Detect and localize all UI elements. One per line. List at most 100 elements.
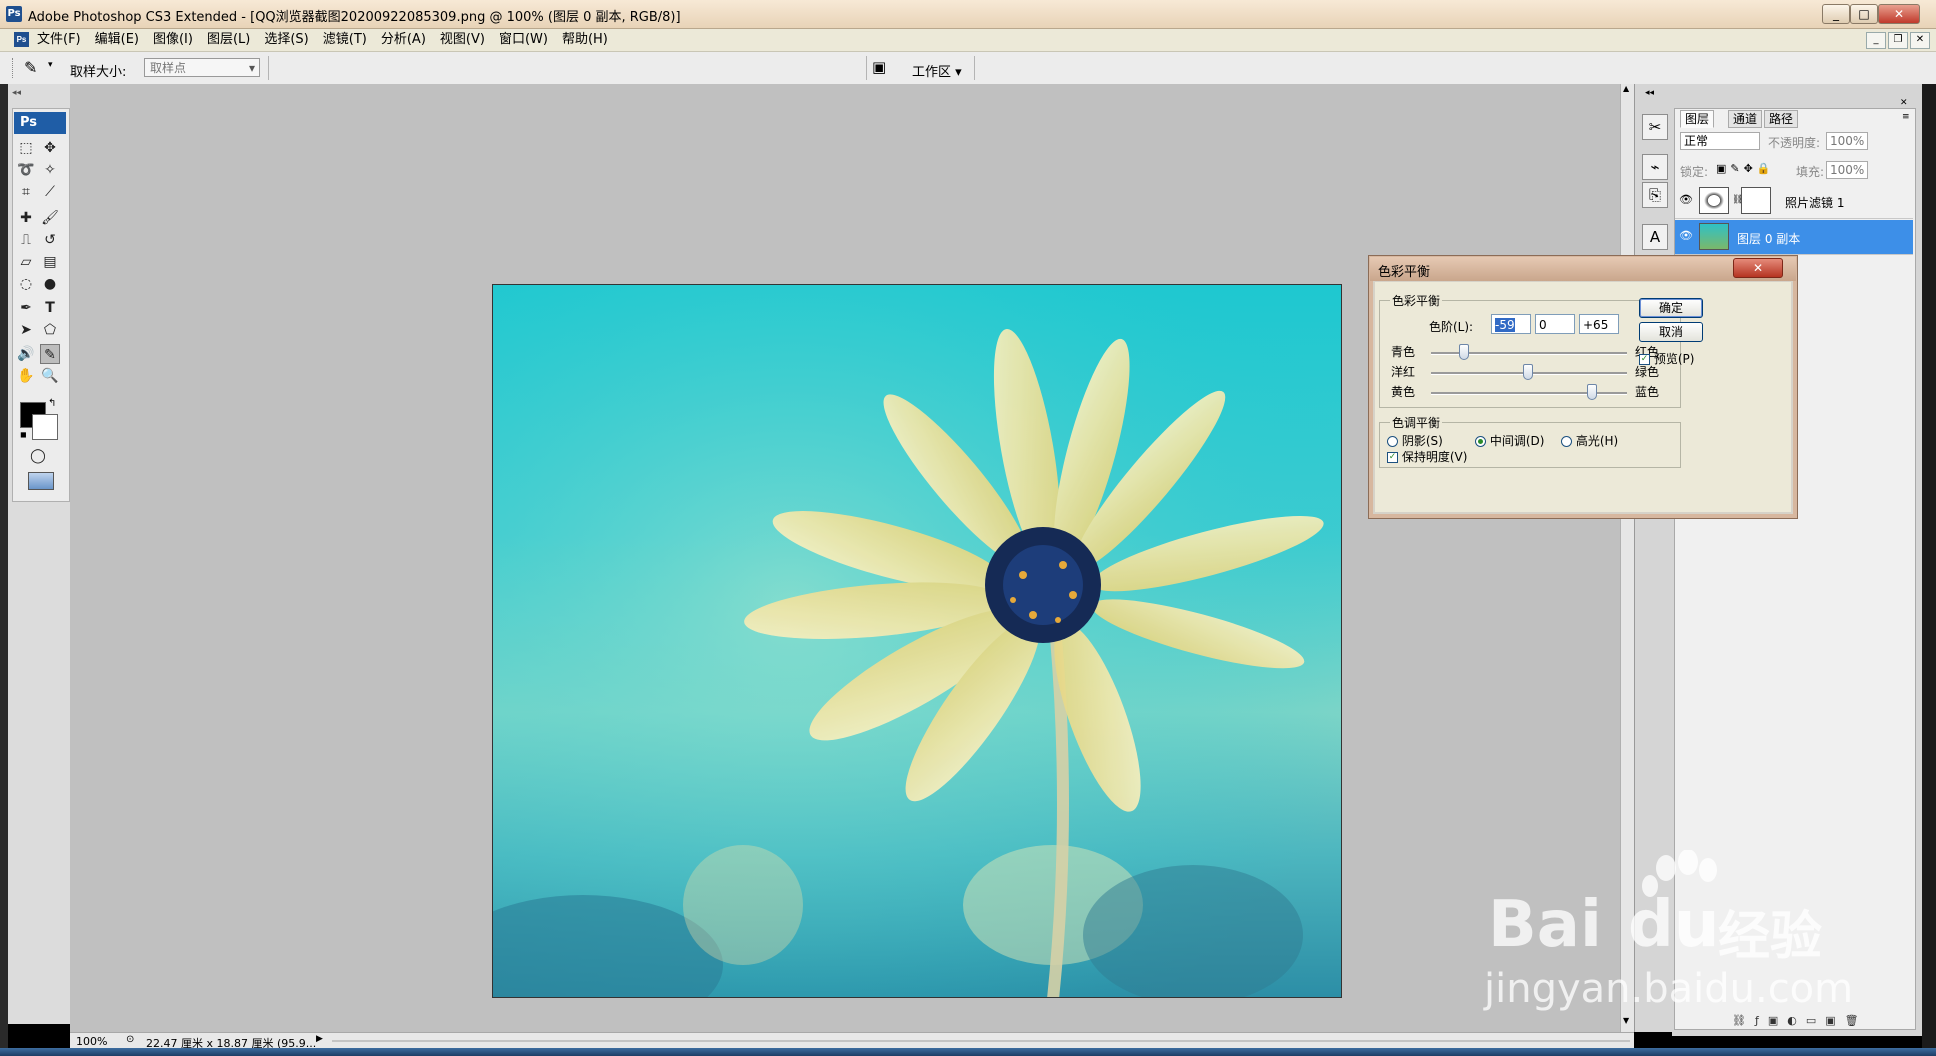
dialog-close-button[interactable]: ✕	[1733, 258, 1783, 278]
dodge-tool-icon[interactable]: ●	[40, 274, 60, 294]
quick-mask-icon[interactable]: ◯	[28, 446, 48, 466]
horizontal-scrollbar[interactable]	[332, 1040, 1630, 1042]
menu-analysis[interactable]: 分析(A)	[374, 32, 433, 48]
doc-restore-button[interactable]: ❐	[1888, 32, 1908, 49]
bridge-icon[interactable]: ▣	[872, 58, 886, 76]
midtones-option[interactable]: 中间调(D)	[1475, 432, 1544, 449]
maximize-button[interactable]: □	[1850, 4, 1878, 24]
cyan-red-slider-thumb[interactable]	[1459, 344, 1469, 360]
menu-window[interactable]: 窗口(W)	[492, 32, 555, 48]
clone-source-icon[interactable]: ⎘	[1642, 182, 1668, 208]
brush-tool-icon[interactable]: 🖌	[40, 208, 60, 228]
scroll-up-icon[interactable]: ▲	[1623, 84, 1629, 93]
brushes-icon[interactable]: ⌁	[1642, 154, 1668, 180]
close-button[interactable]: ✕	[1878, 4, 1920, 24]
path-selection-icon[interactable]: ➤	[16, 320, 36, 340]
opacity-input[interactable]: 100%	[1826, 132, 1868, 150]
history-brush-icon[interactable]: ↺	[40, 230, 60, 250]
menu-layer[interactable]: 图层(L)	[200, 32, 257, 48]
level-cyan-red-input[interactable]: -59	[1491, 314, 1531, 334]
tool-presets-icon[interactable]: ✂	[1642, 114, 1668, 140]
level-magenta-green-input[interactable]: 0	[1535, 314, 1575, 334]
character-icon[interactable]: A	[1642, 224, 1668, 250]
doc-close-button[interactable]: ✕	[1910, 32, 1930, 49]
hand-tool-icon[interactable]: ✋	[16, 366, 36, 386]
separator	[974, 56, 975, 80]
yellow-label: 黄色	[1391, 385, 1416, 399]
menu-edit[interactable]: 编辑(E)	[88, 32, 146, 48]
clone-stamp-icon[interactable]: ⎍	[16, 230, 36, 250]
preserve-luminosity-checkbox[interactable]: ✓	[1387, 452, 1398, 463]
shadows-radio[interactable]	[1387, 436, 1398, 447]
highlights-radio[interactable]	[1561, 436, 1572, 447]
eyedropper-icon[interactable]: ✎	[24, 58, 37, 77]
ok-button[interactable]: 确定	[1639, 298, 1703, 318]
midtones-radio[interactable]	[1475, 436, 1486, 447]
zoom-level[interactable]: 100%	[76, 1035, 107, 1048]
status-menu-arrow-icon[interactable]: ▶	[316, 1034, 323, 1044]
menu-view[interactable]: 视图(V)	[433, 32, 492, 48]
magenta-green-slider-thumb[interactable]	[1523, 364, 1533, 380]
collapse-icon[interactable]: ◂◂	[12, 88, 21, 98]
eraser-tool-icon[interactable]: ▱	[16, 252, 36, 272]
screen-mode-icon[interactable]	[28, 472, 54, 490]
preview-option[interactable]: ✓ 预览(P)	[1639, 350, 1694, 367]
opacity-label: 不透明度:	[1768, 136, 1821, 150]
cancel-button[interactable]: 取消	[1639, 322, 1703, 342]
document-image[interactable]	[492, 284, 1342, 998]
document-icon[interactable]: Ps	[14, 32, 29, 47]
lock-icons[interactable]: ▣✎✥🔒	[1716, 162, 1775, 175]
highlights-option[interactable]: 高光(H)	[1561, 432, 1618, 449]
healing-brush-icon[interactable]: ✚	[16, 208, 36, 228]
visibility-eye-icon[interactable]: 👁	[1679, 193, 1693, 207]
yellow-blue-slider-track[interactable]	[1431, 392, 1627, 395]
panel-menu-icon[interactable]: ≡	[1902, 112, 1910, 122]
minimize-button[interactable]: _	[1822, 4, 1850, 24]
panel-close-icon[interactable]: ✕	[1900, 98, 1908, 108]
gradient-tool-icon[interactable]: ▤	[40, 252, 60, 272]
magic-wand-icon[interactable]: ✧	[40, 160, 60, 180]
menu-filter[interactable]: 滤镜(T)	[316, 32, 374, 48]
shadows-option[interactable]: 阴影(S)	[1387, 432, 1443, 449]
sample-size-select[interactable]: 取样点	[144, 58, 260, 78]
preview-checkbox[interactable]: ✓	[1639, 354, 1650, 365]
layer-row-layer0-copy[interactable]: 👁 图层 0 副本	[1675, 220, 1913, 255]
level-yellow-blue-input[interactable]: +65	[1579, 314, 1619, 334]
doc-minimize-button[interactable]: _	[1866, 32, 1886, 49]
options-bar: ✎ ▾ 取样大小: 取样点 ▣ 工作区 ▾	[0, 52, 1936, 85]
marquee-tool-icon[interactable]: ⬚	[16, 138, 36, 158]
pen-tool-icon[interactable]: ✒	[16, 298, 36, 318]
crop-tool-icon[interactable]: ⌗	[16, 182, 36, 202]
preserve-luminosity-option[interactable]: ✓ 保持明度(V)	[1387, 448, 1467, 465]
tab-channels[interactable]: 通道	[1728, 110, 1763, 128]
move-tool-icon[interactable]: ✥	[40, 138, 60, 158]
menu-file[interactable]: 文件(F)	[30, 32, 88, 48]
tab-paths[interactable]: 路径	[1764, 110, 1799, 128]
chevron-down-icon[interactable]: ▾	[48, 60, 53, 70]
menu-image[interactable]: 图像(I)	[146, 32, 200, 48]
menu-help[interactable]: 帮助(H)	[555, 32, 615, 48]
lasso-tool-icon[interactable]: ➰	[16, 160, 36, 180]
layer-row-photo-filter[interactable]: 👁 ⛓ 照片滤镜 1	[1675, 184, 1913, 219]
expand-icon[interactable]: ◂◂	[1645, 88, 1654, 98]
default-colors-icon[interactable]: ◼	[20, 430, 27, 439]
background-color-swatch[interactable]	[32, 414, 58, 440]
slice-tool-icon[interactable]: ⟋	[40, 182, 60, 202]
eyedropper-tool-icon[interactable]: ✎	[40, 344, 60, 364]
fill-input[interactable]: 100%	[1826, 161, 1868, 179]
ps-badge[interactable]: Ps	[14, 112, 66, 134]
title-bar: Ps Adobe Photoshop CS3 Extended - [QQ浏览器…	[0, 0, 1936, 29]
visibility-eye-icon[interactable]: 👁	[1679, 229, 1693, 243]
workspace-button[interactable]: 工作区 ▾	[912, 61, 962, 80]
tab-layers[interactable]: 图层	[1680, 110, 1715, 128]
menu-select[interactable]: 选择(S)	[257, 32, 315, 48]
yellow-blue-slider-thumb[interactable]	[1587, 384, 1597, 400]
shape-tool-icon[interactable]: ⬠	[40, 320, 60, 340]
type-tool-icon[interactable]: T	[40, 298, 60, 318]
blend-mode-select[interactable]: 正常	[1680, 132, 1760, 150]
blur-tool-icon[interactable]: ◌	[16, 274, 36, 294]
notes-tool-icon[interactable]: 🔊	[16, 344, 36, 364]
swap-colors-icon[interactable]: ↰	[48, 398, 56, 409]
watermark-url: jingyan.baidu.com	[1484, 966, 1854, 1012]
zoom-tool-icon[interactable]: 🔍	[40, 366, 60, 386]
